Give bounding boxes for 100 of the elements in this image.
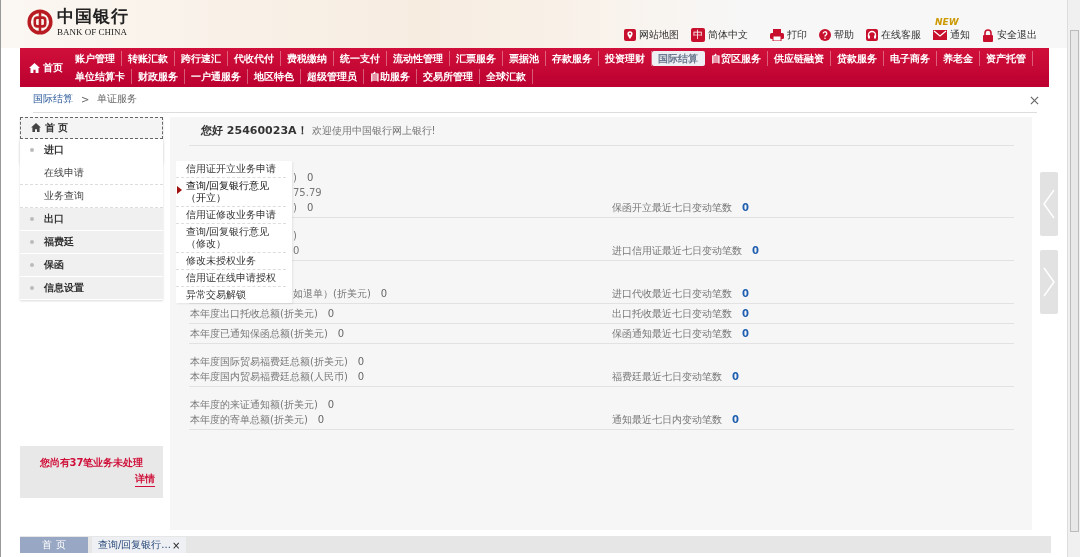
nav-tab[interactable]: 贷款服务 <box>831 51 884 66</box>
nav-tab[interactable]: 财政服务 <box>132 69 185 84</box>
stat-label: ) <box>293 200 297 214</box>
stat-label: 本年度的寄单总额(折美元) <box>190 412 308 426</box>
menu-item[interactable]: 异常交易解锁 <box>176 286 286 303</box>
nav-tab[interactable]: 流动性管理 <box>387 51 450 66</box>
stat-value: 0 <box>357 354 365 368</box>
menu-item[interactable]: 修改未授权业务 <box>176 252 286 270</box>
stat-label: 出口托收最近七日变动笔数 <box>612 306 732 320</box>
nav-tab[interactable]: 交易所管理 <box>417 69 480 84</box>
headset-icon <box>866 29 878 42</box>
next-button[interactable] <box>1040 249 1058 314</box>
menu-item[interactable]: 信用证修改业务申请 <box>176 206 286 224</box>
nav-tab[interactable]: 电子商务 <box>884 51 937 66</box>
sidebar-subitem[interactable]: 业务查询 <box>20 184 163 208</box>
nav-tab[interactable]: 代收代付 <box>228 51 281 66</box>
previous-button[interactable] <box>1040 171 1058 236</box>
menu-item[interactable]: 查询/回复银行意见（修改） <box>176 223 286 253</box>
nav-tab[interactable]: 地区特色 <box>248 69 301 84</box>
logo-title: 中国银行 <box>57 7 129 28</box>
breadcrumb-current: 单证服务 <box>97 92 138 107</box>
breadcrumb-link[interactable]: 国际结算 <box>33 92 73 107</box>
lock-icon <box>982 28 994 42</box>
sidebar-item[interactable]: 信息设置 <box>20 276 163 300</box>
stat-value: 0 <box>317 412 325 426</box>
sidebar-home-item[interactable]: 首 页 <box>20 116 163 139</box>
bullet-icon <box>30 262 34 267</box>
home-icon <box>29 62 40 73</box>
nav-tab[interactable]: 一户通服务 <box>185 69 248 84</box>
nav-tab[interactable]: 跨行速汇 <box>175 51 228 66</box>
stat-value: 0 <box>327 306 335 320</box>
header-link[interactable]: 中 简体中文 <box>691 28 748 43</box>
nav-tab[interactable]: 统一支付 <box>334 51 387 66</box>
details-link[interactable]: 详情 <box>135 472 155 488</box>
stat-label: 通知最近七日内变动笔数 <box>612 412 722 426</box>
count-link[interactable]: 0 <box>742 286 749 300</box>
header-link[interactable]: 网站地图 <box>624 28 679 43</box>
stat-label: 本年度出口托收总额(折美元) <box>190 306 318 320</box>
stat-label: 福费廷最近七日变动笔数 <box>612 369 722 383</box>
stat-label: 进口代收最近七日变动笔数 <box>612 286 732 300</box>
stat-label: 保函开立最近七日变动笔数 <box>612 200 732 214</box>
count-link[interactable]: 0 <box>732 412 739 426</box>
nav-tab[interactable]: 票据池 <box>503 51 546 66</box>
chevron-left-icon <box>1043 188 1055 219</box>
nav-tab[interactable]: 自助服务 <box>364 69 417 84</box>
nav-tab[interactable]: 全球汇款 <box>480 69 533 84</box>
stat-label: 75.79 <box>293 185 322 199</box>
stat-value: 0 <box>306 170 314 184</box>
count-link[interactable]: 0 <box>742 200 749 214</box>
menu-item[interactable]: 信用证开立业务申请 <box>176 160 286 178</box>
bullet-icon <box>30 239 34 244</box>
bullet-icon <box>30 147 34 152</box>
nav-tab[interactable]: 账户管理 <box>69 51 122 66</box>
nav-tab[interactable]: 超级管理员 <box>301 69 364 84</box>
header-link[interactable]: 在线客服 <box>866 28 921 43</box>
stat-value: 0 <box>380 286 388 300</box>
nav-tab[interactable]: 汇票服务 <box>450 51 503 66</box>
sidebar-item[interactable]: 保函 <box>20 253 163 277</box>
stat-label: 本年度的来证通知额(折美元) <box>190 397 318 411</box>
scrollbar[interactable] <box>1067 0 1080 557</box>
bullet-icon <box>30 285 34 290</box>
new-label: NEW <box>935 17 959 28</box>
menu-item[interactable]: 信用证在线申请授权 <box>176 269 286 287</box>
nav-tab[interactable]: 资产托管 <box>980 51 1033 66</box>
location-pin-icon <box>624 29 636 42</box>
close-icon[interactable] <box>1030 95 1039 105</box>
stat-label: 本年度已通知保函总额(折美元) <box>190 326 328 340</box>
stat-label: ) <box>293 228 297 242</box>
stat-label: 进口信用证最近七日变动笔数 <box>612 243 742 257</box>
count-link[interactable]: 0 <box>752 243 759 257</box>
count-link[interactable]: 0 <box>742 326 749 340</box>
nav-tab[interactable]: 转账汇款 <box>122 51 175 66</box>
page-tab[interactable]: 查询/回复银行...× <box>92 537 187 553</box>
menu-item[interactable]: 查询/回复银行意见（开立） <box>176 177 286 207</box>
header-link[interactable]: 打印 <box>770 28 807 43</box>
nav-tab[interactable]: 自贸区服务 <box>705 51 768 66</box>
logo-subtitle: BANK OF CHINA <box>57 27 128 38</box>
count-link[interactable]: 0 <box>732 369 739 383</box>
bullet-icon <box>30 216 34 221</box>
header-link[interactable]: 安全退出 <box>982 28 1037 43</box>
sidebar-item[interactable]: 进口 <box>20 138 163 162</box>
sidebar-subitem[interactable]: 在线申请 <box>20 161 163 185</box>
chevron-right-icon <box>1043 266 1055 297</box>
stat-label: 保函通知最近七日变动笔数 <box>612 326 732 340</box>
nav-tab[interactable]: 费税缴纳 <box>281 51 334 66</box>
help-icon <box>819 29 831 42</box>
sidebar-item[interactable]: 福费廷 <box>20 230 163 254</box>
nav-tab[interactable]: 养老金 <box>937 51 980 66</box>
nav-tab[interactable]: 供应链融资 <box>768 51 831 66</box>
nav-tab[interactable]: 存款服务 <box>546 51 599 66</box>
mail-icon <box>933 30 947 41</box>
sidebar-item[interactable]: 出口 <box>20 207 163 231</box>
close-tab-icon[interactable]: × <box>171 539 181 551</box>
nav-tab[interactable]: 国际结算 <box>652 51 705 66</box>
home-nav-item[interactable]: 首页 <box>20 60 69 75</box>
home-icon <box>31 123 41 133</box>
count-link[interactable]: 0 <box>742 306 749 320</box>
header-link[interactable]: 帮助 <box>819 28 854 43</box>
stat-value: 0 <box>327 397 335 411</box>
nav-tab[interactable]: 单位结算卡 <box>69 69 132 84</box>
